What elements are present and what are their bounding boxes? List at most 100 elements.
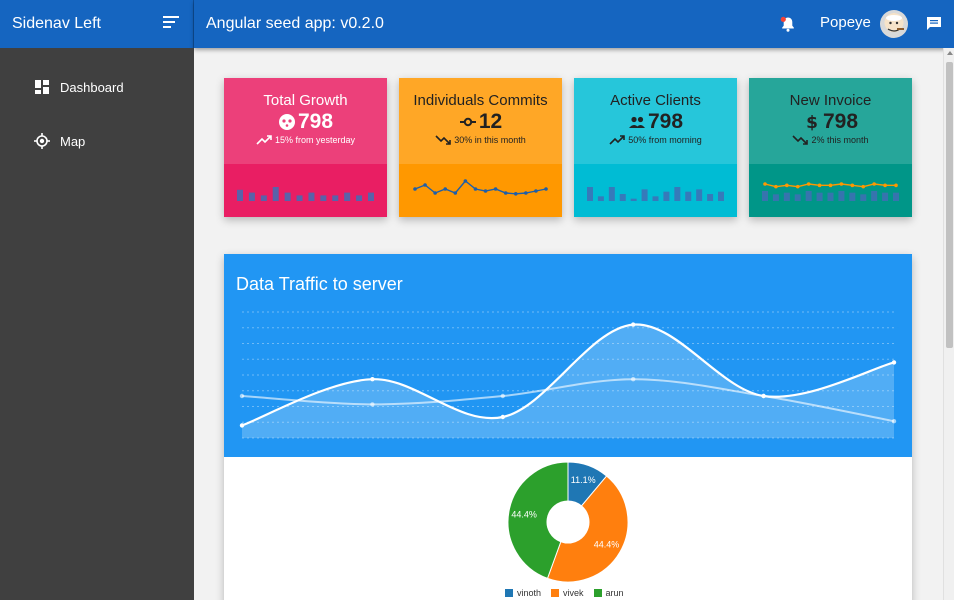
sparkline-bar	[272, 187, 279, 201]
sparkline-bar	[597, 196, 604, 201]
legend-item[interactable]: vivek	[551, 588, 584, 598]
sparkline-bar	[783, 192, 790, 201]
sparkline-point	[774, 184, 778, 189]
trending-down-icon	[792, 135, 809, 145]
sparkline-point	[785, 183, 789, 188]
card-header: Total Growth 798 15% from yesterday	[224, 78, 387, 164]
sparkline-bar	[718, 191, 724, 201]
sparkline-bar	[663, 191, 670, 201]
sidebar-item-map[interactable]: Map	[0, 114, 194, 168]
sparkline-bar	[308, 192, 315, 201]
sparkline-bar	[356, 195, 363, 201]
card-header: New Invoice $ 798 2% this month	[749, 78, 912, 164]
sparkline-point	[763, 182, 767, 186]
series-point	[239, 423, 245, 428]
stat-card-individuals-commits[interactable]: Individuals Commits 12 30% in this month	[399, 78, 562, 217]
sparkline-point	[861, 184, 866, 189]
series-point	[370, 377, 375, 382]
series-point	[370, 402, 375, 407]
sparkline-bar	[762, 191, 768, 201]
card-subtitle: 2% this month	[811, 135, 869, 145]
card-header: Active Clients 798 50% from morning	[574, 78, 737, 164]
card-title: Total Growth	[263, 92, 348, 109]
sparkline-point	[806, 182, 811, 186]
card-title: New Invoice	[789, 92, 872, 109]
card-title: Individuals Commits	[413, 92, 548, 109]
page-scrollbar[interactable]	[943, 48, 954, 600]
sparkline-point	[423, 183, 427, 187]
series-point	[891, 419, 897, 424]
avatar[interactable]	[880, 10, 908, 38]
sparkline-point	[503, 191, 508, 195]
sparkline-bar	[674, 187, 681, 201]
card-subtitle: 30% in this month	[454, 135, 526, 145]
legend-item[interactable]: vinoth	[505, 588, 541, 598]
sparkline-bar	[816, 192, 823, 201]
sparkline-bar	[248, 192, 255, 201]
traffic-chart-area: Data Traffic to server	[224, 254, 912, 457]
slice-label: 44.4%	[594, 539, 620, 549]
scroll-thumb[interactable]	[946, 62, 953, 348]
pie-legend: vinoth vivek arun	[505, 588, 624, 598]
sparkline-bar	[608, 187, 615, 201]
sparkline-bar	[368, 192, 374, 201]
card-title: Active Clients	[610, 92, 701, 109]
sparkline-bar	[772, 194, 779, 201]
trending-up-icon	[256, 135, 272, 145]
legend-label: vinoth	[517, 588, 542, 598]
sidenav-header: Sidenav Left	[0, 0, 194, 48]
sparkline-point	[453, 191, 458, 195]
sparkline-point	[493, 187, 498, 191]
sparkline-bar	[838, 191, 845, 201]
sparkline-point	[828, 183, 833, 188]
legend-swatch	[593, 589, 602, 597]
top-toolbar: Angular seed app: v0.2.0 Popeye	[194, 0, 954, 48]
sparkline-point	[483, 189, 488, 193]
sidebar-item-dashboard[interactable]: Dashboard	[0, 60, 194, 114]
sparkline-bar	[260, 195, 267, 201]
sparkline-chart	[574, 164, 737, 217]
sparkline-bar	[344, 192, 351, 201]
sparkline-bar	[685, 191, 692, 201]
trending-up-icon	[609, 135, 626, 145]
card-subtitle: 15% from yesterday	[274, 135, 356, 145]
sparkline-bar	[641, 189, 648, 201]
stat-card-total-growth[interactable]: Total Growth 798 15% from yesterday	[224, 78, 387, 217]
card-value: 798	[297, 110, 334, 133]
card-header: Individuals Commits 12 30% in this month	[399, 78, 562, 164]
sparkline-bar	[707, 194, 714, 201]
sparkline-point	[513, 192, 518, 196]
legend-label: arun	[605, 588, 624, 598]
people-icon	[628, 116, 645, 128]
sparkline-point	[433, 191, 437, 195]
sparkline-point	[894, 183, 898, 188]
slice-label: 11.1%	[571, 475, 596, 485]
sparkline-point	[872, 182, 876, 186]
chat-icon[interactable]	[926, 16, 942, 31]
trending-down-icon	[435, 135, 452, 145]
stat-card-new-invoice[interactable]: New Invoice $ 798 2% this month	[749, 78, 912, 217]
sparkline-bar	[630, 198, 637, 201]
legend-swatch	[551, 589, 560, 597]
sparkline-point	[463, 179, 468, 183]
data-traffic-panel: Data Traffic to server 11.1% 44.4% 44.4% v…	[224, 254, 912, 600]
sparkline-point	[524, 191, 528, 195]
menu-toggle-icon[interactable]	[163, 16, 179, 30]
sidebar-item-label: Map	[60, 133, 86, 149]
series-area	[242, 324, 894, 438]
sparkline-bar	[237, 189, 243, 201]
user-name: Popeye	[820, 14, 871, 31]
series-point	[500, 393, 505, 399]
notification-bell-icon[interactable]	[780, 16, 796, 32]
stat-card-active-clients[interactable]: Active Clients 798 50% from morning	[574, 78, 737, 217]
legend-swatch	[505, 589, 513, 597]
legend-item[interactable]: arun	[593, 588, 624, 598]
sparkline-point	[817, 183, 822, 188]
sparkline-point	[544, 187, 548, 191]
card-value: 798	[822, 110, 859, 133]
scroll-up-icon[interactable]	[947, 51, 953, 55]
sparkline-bar	[284, 192, 291, 201]
card-value: 798	[647, 110, 684, 133]
location-icon	[34, 133, 50, 149]
commit-icon	[459, 117, 476, 127]
